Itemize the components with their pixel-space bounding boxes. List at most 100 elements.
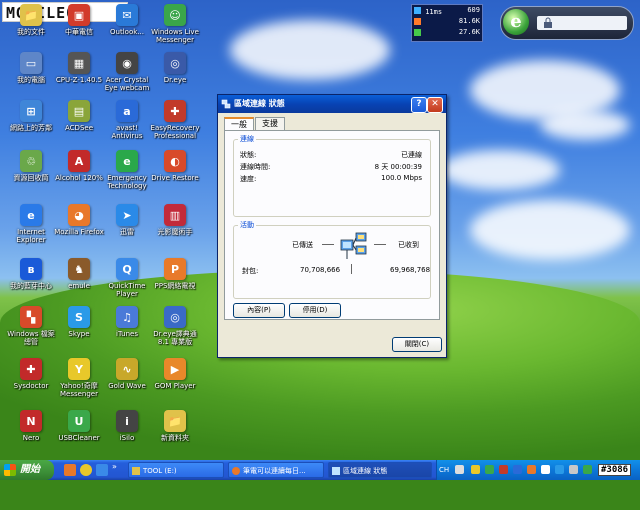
netmeter-row-latency: 11ms 609	[412, 5, 482, 16]
ie-quicklaunch-icon[interactable]	[96, 464, 108, 476]
messenger-quicklaunch-icon[interactable]	[80, 464, 92, 476]
desktop-icon-label: Gold Wave	[108, 382, 146, 390]
desktop-icon[interactable]: ✉ Outlook...	[100, 4, 154, 36]
desktop-icon[interactable]: ∿ Gold Wave	[100, 358, 154, 390]
desktop-icon-label: Dr.eye譯典通 8.1 專業版	[153, 330, 197, 346]
app-icon: ▤	[68, 100, 90, 122]
desktop-icon[interactable]: ☺ Windows Live Messenger	[148, 4, 202, 44]
desktop-icon[interactable]: A Alcohol 120%	[52, 150, 106, 182]
desktop-icon[interactable]: e Emergency Technology	[100, 150, 154, 190]
desktop-icon[interactable]: ♞ emule	[52, 258, 106, 290]
app-icon: ▚	[20, 306, 42, 328]
tray-app-icon[interactable]	[485, 465, 494, 474]
desktop-icon[interactable]: a avast! Antivirus	[100, 100, 154, 140]
desktop-icon[interactable]: ▥ 光影魔術手	[148, 204, 202, 236]
desktop-icon[interactable]: ▭ 我的電腦	[4, 52, 58, 84]
app-icon: 📁	[20, 4, 42, 26]
language-indicator[interactable]: CH	[439, 460, 449, 480]
taskbar-button-browser[interactable]: 筆電可以連續每日...	[228, 462, 324, 478]
quicklaunch-expand-icon[interactable]: »	[112, 462, 117, 471]
desktop-icon[interactable]: ♲ 資源回收筒	[4, 150, 58, 182]
tray-app-icon[interactable]	[471, 465, 480, 474]
e-logo-icon[interactable]: e	[503, 9, 529, 35]
desktop-icon[interactable]: ▤ ACDSee	[52, 100, 106, 132]
status-value: 已連線	[401, 151, 422, 159]
desktop-icon-label: 我的電腦	[17, 76, 45, 84]
desktop-icon[interactable]: ◐ Drive Restore	[148, 150, 202, 182]
desktop-icon[interactable]: Y Yahoo!奇摩 Messenger	[52, 358, 106, 398]
desktop-icon[interactable]: ◉ Acer Crystal Eye webcam	[100, 52, 154, 92]
desktop-icon[interactable]: ✚ EasyRecovery Professional	[148, 100, 202, 140]
received-label: 已收到	[398, 241, 419, 249]
dialog-tabs: 一般 支援	[224, 117, 286, 132]
desktop-icon[interactable]: S Skype	[52, 306, 106, 338]
properties-button[interactable]: 內容(P)	[233, 303, 285, 318]
speed-key: 速度:	[240, 175, 257, 183]
start-button[interactable]: 開始	[0, 460, 54, 480]
disable-button[interactable]: 停用(D)	[289, 303, 341, 318]
desktop-icon[interactable]: ▶ GOM Player	[148, 358, 202, 390]
tab-support[interactable]: 支援	[255, 117, 285, 130]
desktop-icon[interactable]: 📁 我的文件	[4, 4, 58, 36]
help-button[interactable]: ?	[411, 97, 427, 113]
activity-group-title: 活動	[238, 220, 256, 230]
post-number-badge: #3086	[598, 464, 632, 476]
desktop-icon[interactable]: i iSilo	[100, 410, 154, 442]
desktop-icon[interactable]: N Nero	[4, 410, 58, 442]
input-method-icon[interactable]	[455, 465, 464, 474]
taskbar-button-connection-status[interactable]: 區域連線 狀態	[328, 462, 432, 478]
desktop-icon[interactable]: ◎ Dr.eye	[148, 52, 202, 84]
desktop-icon-label: 網路上的芳鄰	[10, 124, 52, 132]
taskbar-button-label: 筆電可以連續每日...	[243, 467, 306, 475]
dialog-close-button[interactable]: 關閉(C)	[392, 337, 442, 352]
app-icon: ☺	[164, 4, 186, 26]
browser-widget[interactable]: e	[500, 6, 634, 40]
network-tray-icon[interactable]	[541, 465, 550, 474]
lock-icon	[544, 17, 552, 28]
app-icon: A	[68, 150, 90, 172]
desktop-icon[interactable]: Q QuickTime Player	[100, 258, 154, 298]
skype-tray-icon[interactable]	[555, 465, 564, 474]
app-icon: ◕	[68, 204, 90, 226]
tray-app-icon[interactable]	[513, 465, 522, 474]
desktop-icon[interactable]: ◕ Mozilla Firefox	[52, 204, 106, 236]
tray-app-icon[interactable]	[583, 465, 592, 474]
start-label: 開始	[20, 464, 40, 475]
app-icon: ✚	[20, 358, 42, 380]
desktop-icon-label: Mozilla Firefox	[54, 228, 104, 236]
volume-icon[interactable]	[569, 465, 578, 474]
desktop-icon[interactable]: 📁 新資料夾	[148, 410, 202, 442]
desktop-icon[interactable]: ▦ CPU-Z-1.40.5	[52, 52, 106, 84]
firefox-quicklaunch-icon[interactable]	[64, 464, 76, 476]
dialog-title: 區域連線 狀態	[234, 99, 285, 108]
dialog-titlebar[interactable]: 區域連線 狀態 ? ✕	[218, 95, 446, 113]
desktop-icon-label: Skype	[68, 330, 90, 338]
taskbar-button-tool-drive[interactable]: TOOL (E:)	[128, 462, 224, 478]
app-icon: e	[20, 204, 42, 226]
desktop-icon[interactable]: ▣ 中華電信	[52, 4, 106, 36]
desktop-icon[interactable]: ◎ Dr.eye譯典通 8.1 專業版	[148, 306, 202, 346]
cloud	[540, 110, 630, 140]
desktop-icon[interactable]: ✚ Sysdoctor	[4, 358, 58, 390]
desktop-icon[interactable]: e Internet Explorer	[4, 204, 58, 244]
desktop-icon-label: Internet Explorer	[16, 228, 46, 244]
desktop-icon-label: 光影魔術手	[157, 228, 193, 236]
desktop-icon[interactable]: ▚ Windows 檔案 總管	[4, 306, 58, 346]
app-icon: ♞	[68, 258, 90, 280]
desktop-icon[interactable]: ♫ iTunes	[100, 306, 154, 338]
desktop-icon[interactable]: ➤ 迅雷	[100, 204, 154, 236]
close-window-button[interactable]: ✕	[427, 97, 443, 113]
app-icon: e	[116, 150, 138, 172]
widget-bar[interactable]	[537, 16, 627, 30]
cloud	[440, 150, 560, 190]
connection-group: 連線 狀態: 已連線 連線時間: 8 天 00:00:39 速度: 100.0 …	[233, 134, 431, 217]
desktop-icon[interactable]: ʙ 我的藍芽中心	[4, 258, 58, 290]
app-icon: ♲	[20, 150, 42, 172]
activity-group: 活動 已傳送 已收到 封包: 70,708,666 69,968,768	[233, 220, 431, 299]
desktop-icon[interactable]: P PPS網絡電視	[148, 258, 202, 290]
tray-app-icon[interactable]	[499, 465, 508, 474]
tray-app-icon[interactable]	[527, 465, 536, 474]
desktop-icon[interactable]: U USBCleaner	[52, 410, 106, 442]
app-icon: ▶	[164, 358, 186, 380]
desktop-icon[interactable]: ⊞ 網路上的芳鄰	[4, 100, 58, 132]
